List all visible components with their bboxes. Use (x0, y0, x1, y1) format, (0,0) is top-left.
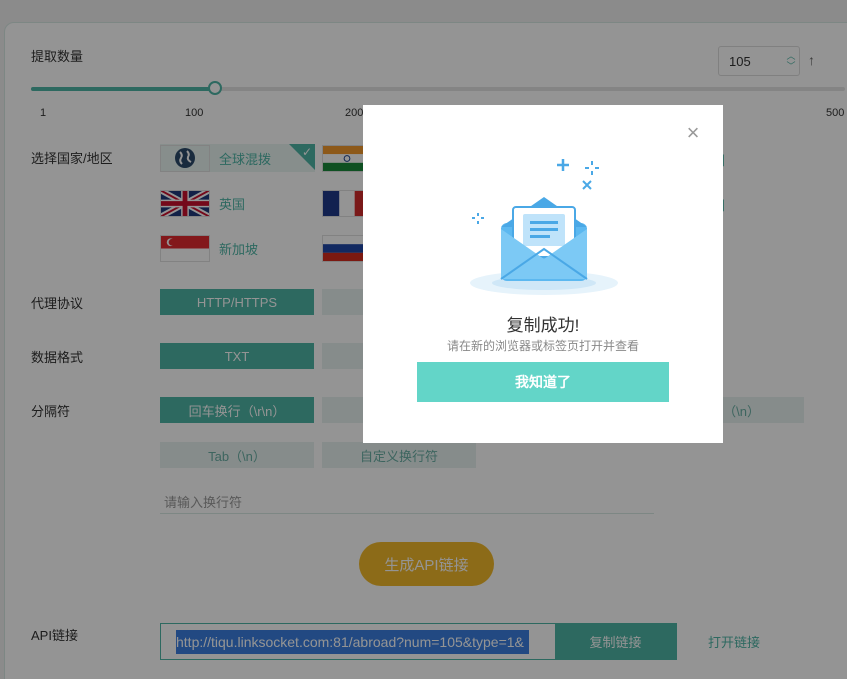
copy-success-dialog: × 复制成功! 请在新的浏览器或标签页打开并查看 我知道了 (363, 105, 723, 443)
acknowledge-button[interactable]: 我知道了 (417, 362, 669, 402)
modal-title: 复制成功! (506, 316, 580, 335)
close-icon[interactable]: × (683, 122, 703, 144)
modal-subtitle: 请在新的浏览器或标签页打开并查看 (446, 339, 639, 353)
envelope-icon (466, 151, 626, 301)
